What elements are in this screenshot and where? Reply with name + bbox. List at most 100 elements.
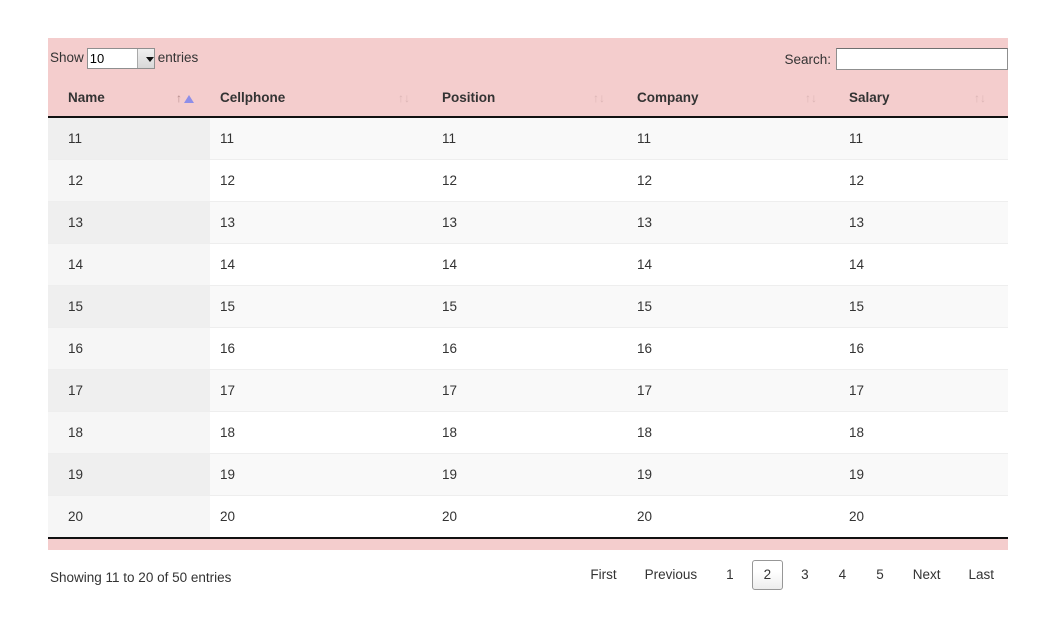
table-cell: 20 [839,496,1008,539]
table-cell: 17 [210,370,432,412]
pagination: FirstPrevious12345NextLast [576,560,1008,590]
data-table: Name↑Cellphone↑↓Position↑↓Company↑↓Salar… [48,80,1008,539]
table-row[interactable]: 1212121212 [48,160,1008,202]
table-cell: 17 [627,370,839,412]
table-cell: 13 [627,202,839,244]
table-cell: 16 [839,328,1008,370]
pagination-button-3[interactable]: 3 [789,560,821,590]
table-cell: 17 [432,370,627,412]
table-row[interactable]: 1919191919 [48,454,1008,496]
table-cell: 12 [627,160,839,202]
table-cell: 20 [432,496,627,539]
table-cell: 16 [432,328,627,370]
page-length-select-shell[interactable]: 102550100 [84,48,158,69]
table-cell: 11 [210,117,432,160]
table-cell: 13 [48,202,210,244]
table-footer-bar [48,539,1008,550]
page-length-control: Show102550100entries [50,48,198,69]
table-cell: 20 [210,496,432,539]
table-cell: 15 [432,286,627,328]
table-cell: 13 [210,202,432,244]
table-cell: 12 [839,160,1008,202]
table-cell: 11 [432,117,627,160]
pagination-button-1[interactable]: 1 [714,560,746,590]
sort-indicator-active-icon[interactable]: ↑ [176,90,196,106]
table-cell: 11 [48,117,210,160]
sort-indicator-icon[interactable]: ↑↓ [398,90,418,106]
table-cell: 15 [627,286,839,328]
sort-indicator-icon[interactable]: ↑↓ [593,90,613,106]
table-row[interactable]: 2020202020 [48,496,1008,539]
column-header-label: Salary [849,90,890,105]
table-row[interactable]: 1515151515 [48,286,1008,328]
arrow-down-icon: ↓ [811,90,817,106]
column-header-company[interactable]: Company↑↓ [627,80,839,117]
column-header-cellphone[interactable]: Cellphone ↑↓ [210,80,432,117]
table-cell: 19 [839,454,1008,496]
table-cell: 12 [432,160,627,202]
table-cell: 17 [839,370,1008,412]
table-cell: 19 [627,454,839,496]
pagination-button-first[interactable]: First [579,560,627,590]
pagination-button-last[interactable]: Last [957,560,1005,590]
table-cell: 11 [627,117,839,160]
arrow-down-icon: ↓ [980,90,986,106]
datatable-footer-bar: Showing 11 to 20 of 50 entries FirstPrev… [48,550,1008,602]
column-header-label: Name [68,90,105,105]
table-cell: 13 [432,202,627,244]
page-length-label-suffix: entries [158,50,199,65]
column-header-salary[interactable]: Salary ↑↓ [839,80,1008,117]
table-cell: 18 [627,412,839,454]
table-cell: 18 [839,412,1008,454]
table-row[interactable]: 1818181818 [48,412,1008,454]
table-cell: 13 [839,202,1008,244]
sort-indicator-icon[interactable]: ↑↓ [974,90,994,106]
page-length-select[interactable]: 102550100 [87,48,155,69]
table-cell: 18 [432,412,627,454]
table-row[interactable]: 1111111111 [48,117,1008,160]
table-cell: 14 [627,244,839,286]
search-input[interactable] [836,48,1008,70]
search-label: Search: [784,52,831,67]
table-cell: 15 [210,286,432,328]
search-control: Search: [784,48,1008,70]
sort-indicator-icon[interactable]: ↑↓ [805,90,825,106]
pagination-button-2[interactable]: 2 [752,560,784,590]
table-cell: 15 [48,286,210,328]
table-cell: 12 [210,160,432,202]
datatable-controls-bar: Show102550100entries Search: [48,38,1008,80]
table-head: Name↑Cellphone↑↓Position↑↓Company↑↓Salar… [48,80,1008,117]
datatable: Show102550100entries Search: Name ↑ Cellph… [48,38,1008,602]
triangle-up-icon [184,95,194,103]
column-header-position[interactable]: Position ↑↓ [432,80,627,117]
arrow-down-icon: ↓ [404,90,410,106]
table-cell: 16 [210,328,432,370]
pagination-button-next[interactable]: Next [902,560,952,590]
column-header-name[interactable]: Name ↑ [48,80,210,117]
table-cell: 14 [210,244,432,286]
table-cell: 11 [839,117,1008,160]
table-row[interactable]: 1616161616 [48,328,1008,370]
table-cell: 18 [48,412,210,454]
table-row[interactable]: 1313131313 [48,202,1008,244]
pagination-button-4[interactable]: 4 [827,560,859,590]
table-cell: 20 [627,496,839,539]
column-header-label: Position [442,90,495,105]
table-info-text: Showing 11 to 20 of 50 entries [50,570,231,585]
table-row[interactable]: 1414141414 [48,244,1008,286]
table-cell: 17 [48,370,210,412]
table-header-row: Name↑Cellphone↑↓Position↑↓Company↑↓Salar… [48,80,1008,117]
table-cell: 14 [839,244,1008,286]
table-cell: 14 [48,244,210,286]
table-cell: 12 [48,160,210,202]
table-body: 1111111111121212121213131313131414141414… [48,117,1008,538]
table-cell: 15 [839,286,1008,328]
pagination-button-previous[interactable]: Previous [634,560,709,590]
table-cell: 14 [432,244,627,286]
table-cell: 16 [48,328,210,370]
arrow-up-icon: ↑ [176,90,182,106]
column-header-label: Cellphone [220,90,285,105]
table-cell: 20 [48,496,210,539]
pagination-button-5[interactable]: 5 [864,560,896,590]
table-row[interactable]: 1717171717 [48,370,1008,412]
